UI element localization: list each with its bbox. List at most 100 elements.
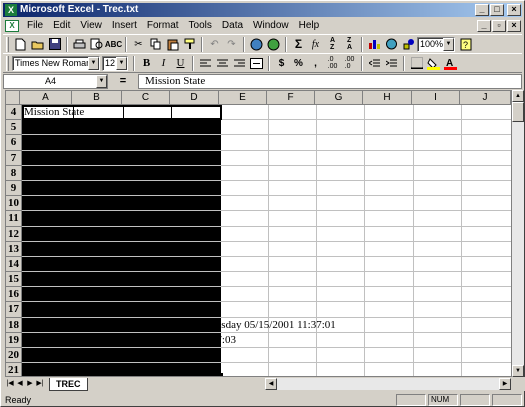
row-header[interactable]: 20 (6, 348, 22, 364)
row-cells[interactable]: Mission Samples: 1196 (22, 226, 511, 242)
row-cells[interactable]: Temperatures displayed in: (Fahrenheit) (22, 256, 511, 273)
underline-button[interactable]: U (172, 55, 189, 72)
row-header[interactable]: 10 (6, 196, 22, 212)
scroll-down-icon[interactable]: ▼ (512, 365, 524, 377)
spelling-icon[interactable]: ABC (105, 36, 122, 53)
row-header[interactable]: 12 (6, 226, 22, 242)
menu-file[interactable]: File (22, 19, 48, 33)
row-header[interactable]: 14 (6, 256, 22, 273)
new-icon[interactable] (12, 36, 29, 53)
name-box[interactable]: A4 ▼ (3, 73, 108, 89)
row-header[interactable]: 8 (6, 165, 22, 181)
row-header[interactable]: 7 (6, 150, 22, 166)
menu-edit[interactable]: Edit (48, 19, 75, 33)
map-icon[interactable] (383, 36, 400, 53)
align-center-icon[interactable] (214, 55, 231, 72)
chevron-down-icon[interactable]: ▼ (96, 74, 107, 88)
row-header[interactable]: 19 (6, 332, 22, 348)
menu-view[interactable]: View (75, 19, 107, 33)
font-name-select[interactable]: Times New Roman ▼ (12, 55, 100, 71)
first-sheet-icon[interactable]: |◀ (5, 378, 15, 390)
chevron-down-icon[interactable]: ▼ (443, 37, 454, 51)
column-header-c[interactable]: C (122, 91, 170, 105)
maximize-button[interactable]: □ (490, 4, 504, 16)
column-header-d[interactable]: D (170, 91, 219, 105)
cut-icon[interactable]: ✂ (130, 36, 147, 53)
vertical-scrollbar[interactable]: ▲ ▼ (512, 90, 524, 377)
fill-color-icon[interactable] (425, 55, 442, 72)
row-cells[interactable]: Roll-Over Enabled: yes (22, 165, 511, 181)
row-header[interactable]: 5 (6, 120, 22, 136)
open-icon[interactable] (29, 36, 46, 53)
row-header[interactable]: 13 (6, 241, 22, 257)
row-cells[interactable]: Mission Start time: 05/14/2001 15:40 (22, 196, 511, 212)
font-size-select[interactable]: 12 ▼ (102, 55, 128, 71)
menu-help[interactable]: Help (294, 19, 325, 33)
menu-tools[interactable]: Tools (184, 19, 217, 33)
formula-input[interactable]: Mission State (138, 73, 522, 89)
align-left-icon[interactable] (197, 55, 214, 72)
bold-button[interactable]: B (138, 55, 155, 72)
row-header[interactable]: 15 (6, 272, 22, 288)
doc-close-button[interactable]: × (507, 20, 521, 32)
percent-button[interactable]: % (290, 55, 307, 72)
chart-wizard-icon[interactable] (366, 36, 383, 53)
row-header[interactable]: 16 (6, 287, 22, 303)
save-icon[interactable] (46, 36, 63, 53)
print-icon[interactable] (71, 36, 88, 53)
edit-formula-button[interactable]: = (108, 75, 138, 87)
merge-center-icon[interactable] (248, 55, 265, 72)
zoom-select[interactable]: 100% ▼ (417, 36, 455, 52)
toolbar-grip[interactable] (6, 55, 9, 71)
row-cells[interactable]: Sample rate: 1 minute(s) (22, 150, 511, 166)
column-header-g[interactable]: G (315, 91, 363, 105)
menu-format[interactable]: Format (142, 19, 184, 33)
office-assistant-icon[interactable]: ? (457, 36, 474, 53)
font-color-icon[interactable]: A (442, 55, 459, 72)
sheet-tab-trec[interactable]: TREC (49, 377, 88, 391)
function-icon[interactable]: fx (307, 36, 324, 53)
hyperlink-icon[interactable] (248, 36, 265, 53)
align-right-icon[interactable] (231, 55, 248, 72)
workbook-icon[interactable]: X (5, 20, 19, 32)
drawing-icon[interactable] (400, 36, 417, 53)
row-cells[interactable]: Temperature Alarm(none) (22, 302, 511, 318)
undo-icon[interactable]: ↶ (206, 36, 223, 53)
doc-restore-button[interactable]: ▫ (492, 20, 506, 32)
borders-icon[interactable] (408, 55, 425, 72)
scroll-left-icon[interactable]: ◀ (265, 378, 277, 390)
scroll-up-icon[interactable]: ▲ (512, 90, 524, 102)
menu-insert[interactable]: Insert (107, 19, 142, 33)
worksheet-grid[interactable]: A B C D E F G H I J 4 Mission State 5 -----… (5, 90, 512, 377)
decrease-indent-icon[interactable] (366, 55, 383, 72)
prev-sheet-icon[interactable]: ◀ (15, 378, 25, 390)
currency-button[interactable]: $ (273, 55, 290, 72)
row-cells[interactable]: Current Real-Time Clock from DS1921: Tue… (22, 317, 511, 333)
web-toolbar-icon[interactable] (265, 36, 282, 53)
row-cells[interactable]: Mission Start delay: 0 minute(s) (22, 211, 511, 227)
row-cells[interactable]: Mission is ended (22, 135, 511, 151)
column-header-b[interactable]: B (72, 91, 122, 105)
row-header[interactable]: 17 (6, 302, 22, 318)
sort-ascending-icon[interactable]: AZ (324, 36, 341, 53)
decrease-decimal-icon[interactable]: .00.0 (341, 55, 358, 72)
doc-minimize-button[interactable]: _ (477, 20, 491, 32)
format-painter-icon[interactable] (181, 36, 198, 53)
italic-button[interactable]: I (155, 55, 172, 72)
chevron-down-icon[interactable]: ▼ (116, 56, 127, 70)
horizontal-scrollbar[interactable]: ◀ ▶ (265, 378, 511, 390)
select-all-button[interactable] (6, 91, 20, 105)
copy-icon[interactable] (147, 36, 164, 53)
increase-indent-icon[interactable] (383, 55, 400, 72)
column-header-i[interactable]: I (412, 91, 460, 105)
excel-icon[interactable]: X (5, 4, 17, 16)
row-header[interactable]: 21 (6, 363, 22, 376)
comma-button[interactable]: , (307, 55, 324, 72)
row-cells[interactable]: Current PC Time: Tuesday 05/15/2001 11:3… (22, 332, 511, 348)
row-header[interactable]: 18 (6, 317, 22, 333)
redo-icon[interactable]: ↷ (223, 36, 240, 53)
print-preview-icon[interactable] (88, 36, 105, 53)
menu-data[interactable]: Data (217, 19, 248, 33)
menu-window[interactable]: Window (248, 19, 294, 33)
row-header[interactable]: 6 (6, 135, 22, 151)
